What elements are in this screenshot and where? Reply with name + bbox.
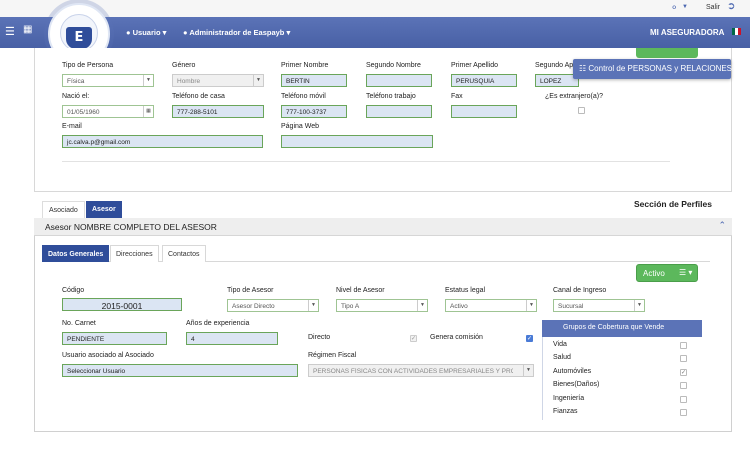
status-tag bbox=[636, 48, 698, 58]
tel-casa-input[interactable]: 777-288-5101 bbox=[172, 105, 264, 118]
tel-movil-input[interactable]: 777-100-3737 bbox=[281, 105, 347, 118]
canal-ingreso-label: Canal de Ingreso bbox=[553, 287, 607, 294]
genera-comision-checkbox[interactable]: ✓ bbox=[526, 335, 533, 342]
regimen-fiscal-label: Régimen Fiscal bbox=[308, 352, 357, 359]
nivel-asesor-label: Nivel de Asesor bbox=[336, 287, 385, 294]
mexico-flag-icon[interactable] bbox=[732, 28, 741, 35]
chevron-up-icon[interactable]: ⌃ bbox=[718, 220, 726, 231]
chevron-down-icon: ▼ bbox=[253, 75, 263, 86]
grupo-vida-label: Vida bbox=[553, 341, 567, 348]
chevron-down-icon: ▼ bbox=[634, 300, 644, 311]
segundo-nombre-label: Segundo Nombre bbox=[366, 62, 421, 69]
key-icon[interactable]: ⚬ bbox=[670, 3, 678, 14]
grupo-fianzas-label: Fianzas bbox=[553, 408, 578, 415]
usuario-asociado-label: Usuario asociado al Asociado bbox=[62, 352, 154, 359]
chevron-down-icon: ▼ bbox=[417, 300, 427, 311]
codigo-input[interactable]: 2015-0001 bbox=[62, 298, 182, 311]
chevron-down-icon: ▼ bbox=[523, 365, 533, 376]
directo-label: Directo bbox=[308, 334, 331, 341]
nivel-asesor-select[interactable]: Tipo A ▼ bbox=[336, 299, 428, 312]
admin-menu[interactable]: ● Administrador de Easpayb ▾ bbox=[183, 28, 290, 37]
logo-shield-icon: E bbox=[66, 27, 92, 49]
tipo-persona-label: Tipo de Persona bbox=[62, 62, 114, 69]
primer-nombre-input[interactable]: BERTIN bbox=[281, 74, 347, 87]
segundo-nombre-input[interactable] bbox=[366, 74, 432, 87]
calendar-icon[interactable]: ▦ bbox=[143, 106, 153, 117]
grupo-bienes-checkbox[interactable] bbox=[680, 382, 687, 389]
chevron-down-icon: ▼ bbox=[308, 300, 318, 311]
estado-dropdown-button[interactable]: Activo ☰ ▾ bbox=[636, 264, 698, 282]
tab-asesor[interactable]: Asesor bbox=[86, 201, 122, 218]
no-carnet-label: No. Carnet bbox=[62, 320, 96, 327]
usuario-asociado-input[interactable]: Seleccionar Usuario bbox=[62, 364, 298, 377]
codigo-label: Código bbox=[62, 287, 85, 294]
email-label: E-mail bbox=[62, 123, 82, 130]
tipo-asesor-label: Tipo de Asesor bbox=[227, 287, 274, 294]
email-input[interactable]: jc.calva.p@gmail.com bbox=[62, 135, 263, 148]
nacio-label: Nació el: bbox=[62, 93, 90, 100]
no-carnet-input[interactable]: PENDIENTE bbox=[62, 332, 167, 345]
grupo-ingenieria-checkbox[interactable] bbox=[680, 396, 687, 403]
segundo-apellido-label: Segundo Ape bbox=[535, 62, 578, 69]
tel-trabajo-label: Teléfono trabajo bbox=[366, 93, 416, 100]
grupo-fianzas-checkbox[interactable] bbox=[680, 409, 687, 416]
grupo-vida-checkbox[interactable] bbox=[680, 342, 687, 349]
anios-experiencia-input[interactable]: 4 bbox=[186, 332, 278, 345]
estatus-legal-select[interactable]: Activo ▼ bbox=[445, 299, 537, 312]
pagina-web-input[interactable] bbox=[281, 135, 433, 148]
hamburger-menu-icon[interactable]: ☰ bbox=[5, 25, 15, 38]
list-menu-icon: ☰ ▾ bbox=[679, 268, 693, 277]
extranjero-label: ¿Es extranjero(a)? bbox=[545, 93, 603, 100]
asesor-header-title: Asesor NOMBRE COMPLETO DEL ASESOR bbox=[45, 222, 217, 232]
grupo-bienes-label: Bienes(Daños) bbox=[553, 381, 600, 388]
grupos-cobertura-header: Grupos de Cobertura que Vende bbox=[542, 320, 702, 337]
canal-ingreso-select[interactable]: Sucursal ▼ bbox=[553, 299, 645, 312]
fax-label: Fax bbox=[451, 93, 463, 100]
tipo-persona-select[interactable]: Física ▼ bbox=[62, 74, 154, 87]
tel-movil-label: Teléfono móvil bbox=[281, 93, 326, 100]
tab-contactos[interactable]: Contactos bbox=[162, 245, 206, 262]
grupo-salud-checkbox[interactable] bbox=[680, 355, 687, 362]
primer-apellido-input[interactable]: PERUSQUIA bbox=[451, 74, 517, 87]
pagina-web-label: Página Web bbox=[281, 123, 320, 130]
grupo-automoviles-checkbox[interactable]: ✓ bbox=[680, 369, 687, 376]
company-name: MI ASEGURADORA bbox=[650, 28, 725, 37]
genera-comision-label: Genera comisión bbox=[430, 334, 483, 341]
genero-select[interactable]: Hombre ▼ bbox=[172, 74, 264, 87]
tel-casa-label: Teléfono de casa bbox=[172, 93, 225, 100]
extranjero-checkbox[interactable] bbox=[578, 107, 585, 114]
anios-experiencia-label: Años de experiencia bbox=[186, 320, 250, 327]
logout-link[interactable]: Salir bbox=[706, 4, 720, 11]
tab-direcciones[interactable]: Direcciones bbox=[110, 245, 159, 262]
top-utility-bar: ⚬ ▼ Salir ➲ bbox=[0, 0, 750, 17]
asesor-section-header[interactable]: Asesor NOMBRE COMPLETO DEL ASESOR ⌃ bbox=[34, 218, 732, 236]
chevron-down-icon: ▼ bbox=[143, 75, 153, 86]
exit-icon[interactable]: ➲ bbox=[727, 1, 735, 12]
divider bbox=[62, 161, 670, 162]
fax-input[interactable] bbox=[451, 105, 517, 118]
usuario-menu[interactable]: ● Usuario ▾ bbox=[126, 28, 166, 37]
grupo-automoviles-label: Automóviles bbox=[553, 368, 592, 375]
primer-apellido-label: Primer Apellido bbox=[451, 62, 499, 69]
estatus-legal-label: Estatus legal bbox=[445, 287, 486, 294]
regimen-fiscal-select[interactable]: PERSONAS FÍSICAS CON ACTIVIDADES EMPRESA… bbox=[308, 364, 534, 377]
primer-nombre-label: Primer Nombre bbox=[281, 62, 329, 69]
apps-grid-icon[interactable]: ▦ bbox=[23, 24, 32, 35]
chevron-down-icon: ▼ bbox=[526, 300, 536, 311]
genero-label: Género bbox=[172, 62, 196, 69]
directo-checkbox[interactable]: ✓ bbox=[410, 335, 417, 342]
tipo-asesor-select[interactable]: Asesor Directo ▼ bbox=[227, 299, 319, 312]
grupo-salud-label: Salud bbox=[553, 354, 571, 361]
tab-datos-generales[interactable]: Datos Generales bbox=[42, 245, 110, 262]
grupo-ingenieria-label: Ingeniería bbox=[553, 395, 585, 402]
main-navbar: ☰ ▦ ● Usuario ▾ ● Administrador de Easpa… bbox=[0, 17, 750, 48]
chevron-down-icon[interactable]: ▼ bbox=[682, 4, 688, 10]
tab-asociado[interactable]: Asociado bbox=[42, 201, 85, 218]
birthdate-input[interactable]: 01/05/1960 ▦ bbox=[62, 105, 154, 118]
perfiles-title: Sección de Perfiles bbox=[634, 199, 712, 209]
control-personas-tooltip[interactable]: ☷ Control de PERSONAS y RELACIONES bbox=[573, 59, 732, 79]
grupos-border bbox=[542, 337, 543, 420]
tel-trabajo-input[interactable] bbox=[366, 105, 432, 118]
